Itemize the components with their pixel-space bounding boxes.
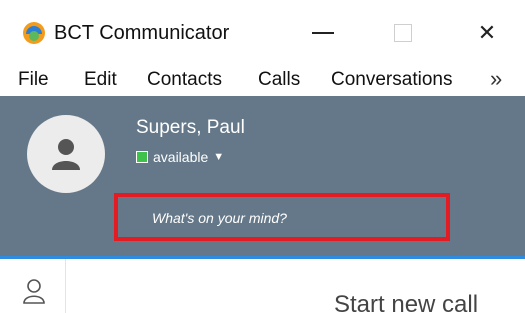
menu-overflow-icon[interactable]: » (490, 66, 502, 92)
presence-status-icon (136, 151, 148, 163)
status-message-input[interactable] (152, 207, 442, 229)
user-silhouette-icon (52, 139, 80, 170)
left-nav (0, 259, 66, 313)
status-message-highlight (114, 193, 450, 241)
menu-calls[interactable]: Calls (258, 68, 300, 92)
menu-bar: File Edit Contacts Calls Conversations » (0, 62, 525, 96)
title-bar[interactable]: BCT Communicator ✕ (0, 0, 525, 62)
window-title: BCT Communicator (54, 22, 230, 44)
close-button[interactable]: ✕ (464, 14, 510, 52)
menu-edit[interactable]: Edit (84, 68, 117, 92)
presence-status-label: available (153, 149, 209, 165)
menu-file[interactable]: File (18, 68, 49, 92)
avatar[interactable] (27, 115, 105, 193)
menu-contacts[interactable]: Contacts (147, 68, 222, 92)
user-name: Supers, Paul (136, 117, 245, 138)
maximize-icon (394, 24, 412, 42)
presence-selector[interactable]: available ▼ (136, 148, 224, 166)
app-logo-icon (23, 22, 45, 44)
app-window: BCT Communicator ✕ File Edit Contacts Ca… (0, 0, 525, 313)
start-new-call-label: Start new call (334, 291, 479, 313)
profile-panel: Supers, Paul available ▼ (0, 96, 525, 259)
menu-conversations[interactable]: Conversations (331, 68, 452, 92)
minimize-icon (312, 32, 334, 34)
maximize-button[interactable] (380, 14, 426, 52)
minimize-button[interactable] (300, 14, 346, 52)
contacts-icon[interactable] (22, 277, 46, 305)
chevron-down-icon: ▼ (213, 151, 225, 163)
close-icon: ✕ (477, 20, 497, 45)
